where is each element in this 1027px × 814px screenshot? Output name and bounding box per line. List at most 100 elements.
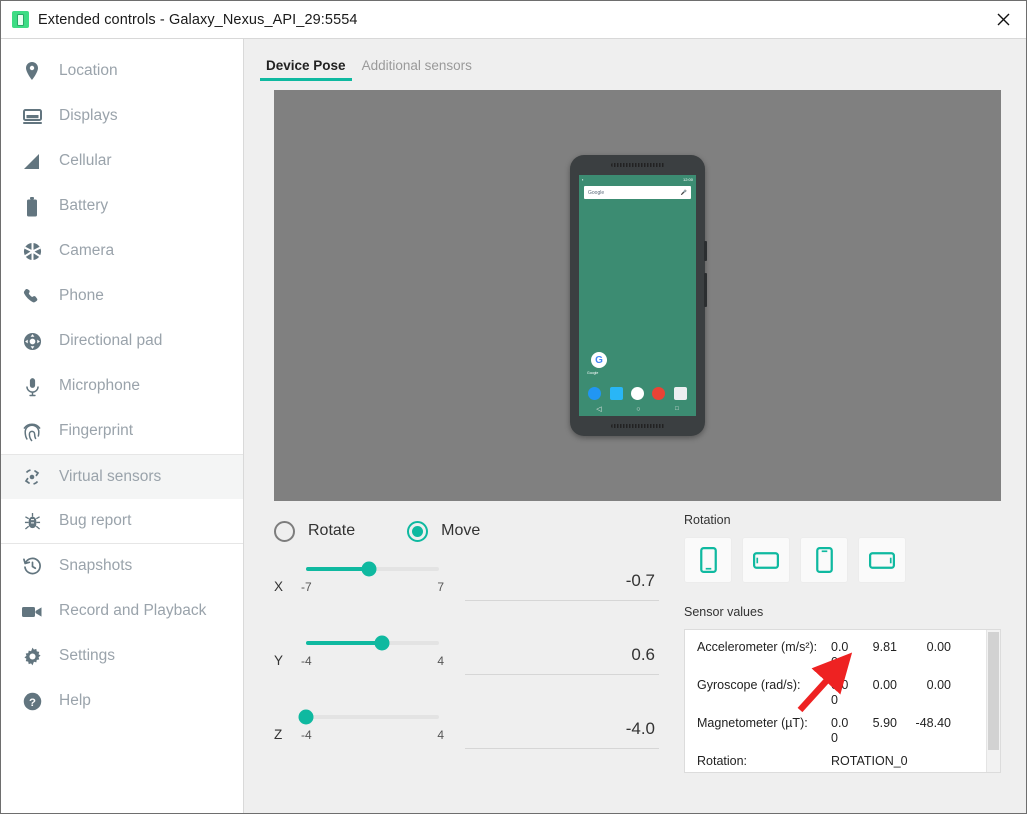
- rotation-and-sensors: Rotation Sensor values Accelerometer (m/…: [659, 501, 1001, 813]
- tab-additional-sensors[interactable]: Additional sensors: [354, 58, 480, 81]
- slider-thumb-y[interactable]: [374, 635, 390, 651]
- value-field-y[interactable]: 0.6: [465, 631, 659, 675]
- dock-messages-icon: [609, 387, 623, 400]
- sensor-panel-scrollbar[interactable]: [986, 630, 1000, 772]
- sensor-row-magnetometer: Magnetometer (µT): 0.00 5.90 -48.40: [697, 716, 988, 746]
- sidebar-item-snapshots[interactable]: Snapshots: [1, 544, 243, 589]
- slider-track-z[interactable]: [298, 709, 439, 725]
- slider-min-x: -7: [301, 580, 312, 594]
- radio-move[interactable]: Move: [407, 520, 481, 542]
- sidebar-item-label: Camera: [59, 242, 115, 260]
- device-preview-viewport[interactable]: ▪ 12:00 Google 🎤 G Google ◁ ○ □: [274, 90, 1001, 501]
- phone-portrait-flipped-icon: [815, 547, 833, 573]
- sensor-name: Gyroscope (rad/s):: [697, 678, 801, 692]
- slider-ticks-x: -7 7: [300, 580, 445, 594]
- battery-icon: [19, 195, 45, 219]
- dock-phone-icon: [588, 387, 602, 400]
- radio-rotate[interactable]: Rotate: [274, 520, 355, 542]
- axis-controls: Rotate Move X -7 7 -0.7 Y -4 4 0.6 Z -4 …: [274, 501, 659, 813]
- sidebar-item-location[interactable]: Location: [1, 49, 243, 94]
- slider-thumb-z[interactable]: [298, 709, 314, 725]
- sidebar-item-help[interactable]: ? Help: [1, 679, 243, 724]
- sidebar-item-label: Directional pad: [59, 332, 163, 350]
- google-app-label: Google: [587, 371, 599, 375]
- sidebar-item-fingerprint[interactable]: Fingerprint: [1, 409, 243, 454]
- sidebar-item-settings[interactable]: Settings: [1, 634, 243, 679]
- slider-z[interactable]: -4 4: [298, 705, 445, 742]
- axis-label-y: Y: [274, 653, 284, 668]
- sensor-name: Rotation:: [697, 754, 748, 768]
- extended-controls-window: Extended controls - Galaxy_Nexus_API_29:…: [0, 0, 1027, 814]
- sensor-values-panel: Accelerometer (m/s²): 0.00 9.81 0.00 Gyr…: [684, 629, 1001, 773]
- sidebar-item-label: Snapshots: [59, 557, 133, 575]
- device-phone-model: ▪ 12:00 Google 🎤 G Google ◁ ○ □: [570, 155, 707, 436]
- slider-max-x: 7: [437, 580, 444, 594]
- title-bar: Extended controls - Galaxy_Nexus_API_29:…: [1, 1, 1026, 39]
- sidebar-item-battery[interactable]: Battery: [1, 184, 243, 229]
- question-mark-icon: ?: [19, 690, 45, 714]
- sensor-value-z: 0.00: [926, 678, 951, 692]
- axis-label-x: X: [274, 579, 284, 594]
- radio-circle-selected-icon: [407, 520, 429, 542]
- dpad-icon: [19, 330, 45, 354]
- sidebar-navigation: Location Displays Cellular Battery Camer…: [1, 39, 244, 813]
- sidebar-item-record-and-playback[interactable]: Record and Playback: [1, 589, 243, 634]
- svg-text:?: ?: [29, 697, 36, 709]
- slider-y[interactable]: -4 4: [300, 631, 445, 668]
- slider-thumb-x[interactable]: [361, 561, 376, 577]
- sensor-values: ROTATION_0: [831, 754, 908, 769]
- slider-x[interactable]: -7 7: [300, 557, 445, 594]
- rotation-button-portrait-upside-down[interactable]: [800, 537, 848, 583]
- sidebar-item-label: Cellular: [59, 152, 112, 170]
- sensor-value-y: 0.00: [872, 678, 897, 692]
- google-app-icon: G: [591, 352, 607, 368]
- sidebar-item-microphone[interactable]: Microphone: [1, 364, 243, 409]
- value-field-x[interactable]: -0.7: [465, 557, 659, 601]
- slider-track-x[interactable]: [306, 561, 439, 577]
- sidebar-item-label: Microphone: [59, 377, 140, 395]
- close-icon: [997, 13, 1009, 26]
- rotation-button-portrait[interactable]: [684, 537, 732, 583]
- wallpaper-image: [579, 175, 696, 416]
- value-field-z[interactable]: -4.0: [465, 705, 659, 749]
- status-left-icon: ▪: [582, 177, 584, 182]
- sidebar-item-displays[interactable]: Displays: [1, 94, 243, 139]
- signal-bars-icon: [19, 150, 45, 174]
- camera-aperture-icon: [19, 240, 45, 264]
- slider-row-z: Z -4 4 -4.0: [274, 697, 659, 771]
- sidebar-item-directional-pad[interactable]: Directional pad: [1, 319, 243, 364]
- sidebar-item-camera[interactable]: Camera: [1, 229, 243, 274]
- sensor-row-gyroscope: Gyroscope (rad/s): 0.00 0.00 0.00: [697, 678, 988, 708]
- sidebar-item-bug-report[interactable]: Bug report: [1, 499, 243, 544]
- radio-circle-icon: [274, 520, 295, 542]
- slider-track-y[interactable]: [306, 635, 439, 651]
- location-pin-icon: [19, 60, 45, 84]
- rotation-section-label: Rotation: [684, 513, 731, 527]
- sensor-values: 0.00 0.00 0.00: [831, 678, 951, 708]
- sensor-row-accelerometer: Accelerometer (m/s²): 0.00 9.81 0.00: [697, 640, 988, 670]
- pose-controls: Rotate Move X -7 7 -0.7 Y -4 4 0.6 Z -4 …: [244, 501, 1026, 813]
- sidebar-item-label: Fingerprint: [59, 422, 134, 440]
- phone-landscape-flipped-icon: [869, 551, 895, 569]
- tab-device-pose[interactable]: Device Pose: [258, 58, 354, 81]
- radio-move-label: Move: [441, 522, 481, 539]
- close-button[interactable]: [980, 1, 1026, 38]
- sensor-panel-scrollbar-thumb[interactable]: [988, 632, 999, 750]
- sidebar-item-cellular[interactable]: Cellular: [1, 139, 243, 184]
- sidebar-item-virtual-sensors[interactable]: Virtual sensors: [1, 454, 243, 499]
- gear-icon: [19, 645, 45, 669]
- device-dock: [579, 387, 696, 400]
- rotation-button-landscape-right[interactable]: [858, 537, 906, 583]
- virtual-sensors-icon: [19, 465, 45, 489]
- sidebar-item-label: Help: [59, 692, 91, 710]
- rotation-button-group: [684, 537, 1001, 583]
- sensor-values-label: Sensor values: [684, 605, 764, 619]
- dock-chrome-icon: [652, 387, 666, 400]
- slider-fill-y: [306, 641, 382, 645]
- nav-home-icon: ○: [636, 405, 641, 413]
- sidebar-item-phone[interactable]: Phone: [1, 274, 243, 319]
- sidebar-item-label: Bug report: [59, 511, 132, 529]
- sensor-name: Magnetometer (µT):: [697, 716, 808, 730]
- slider-fill-x: [306, 567, 369, 571]
- rotation-button-landscape-left[interactable]: [742, 537, 790, 583]
